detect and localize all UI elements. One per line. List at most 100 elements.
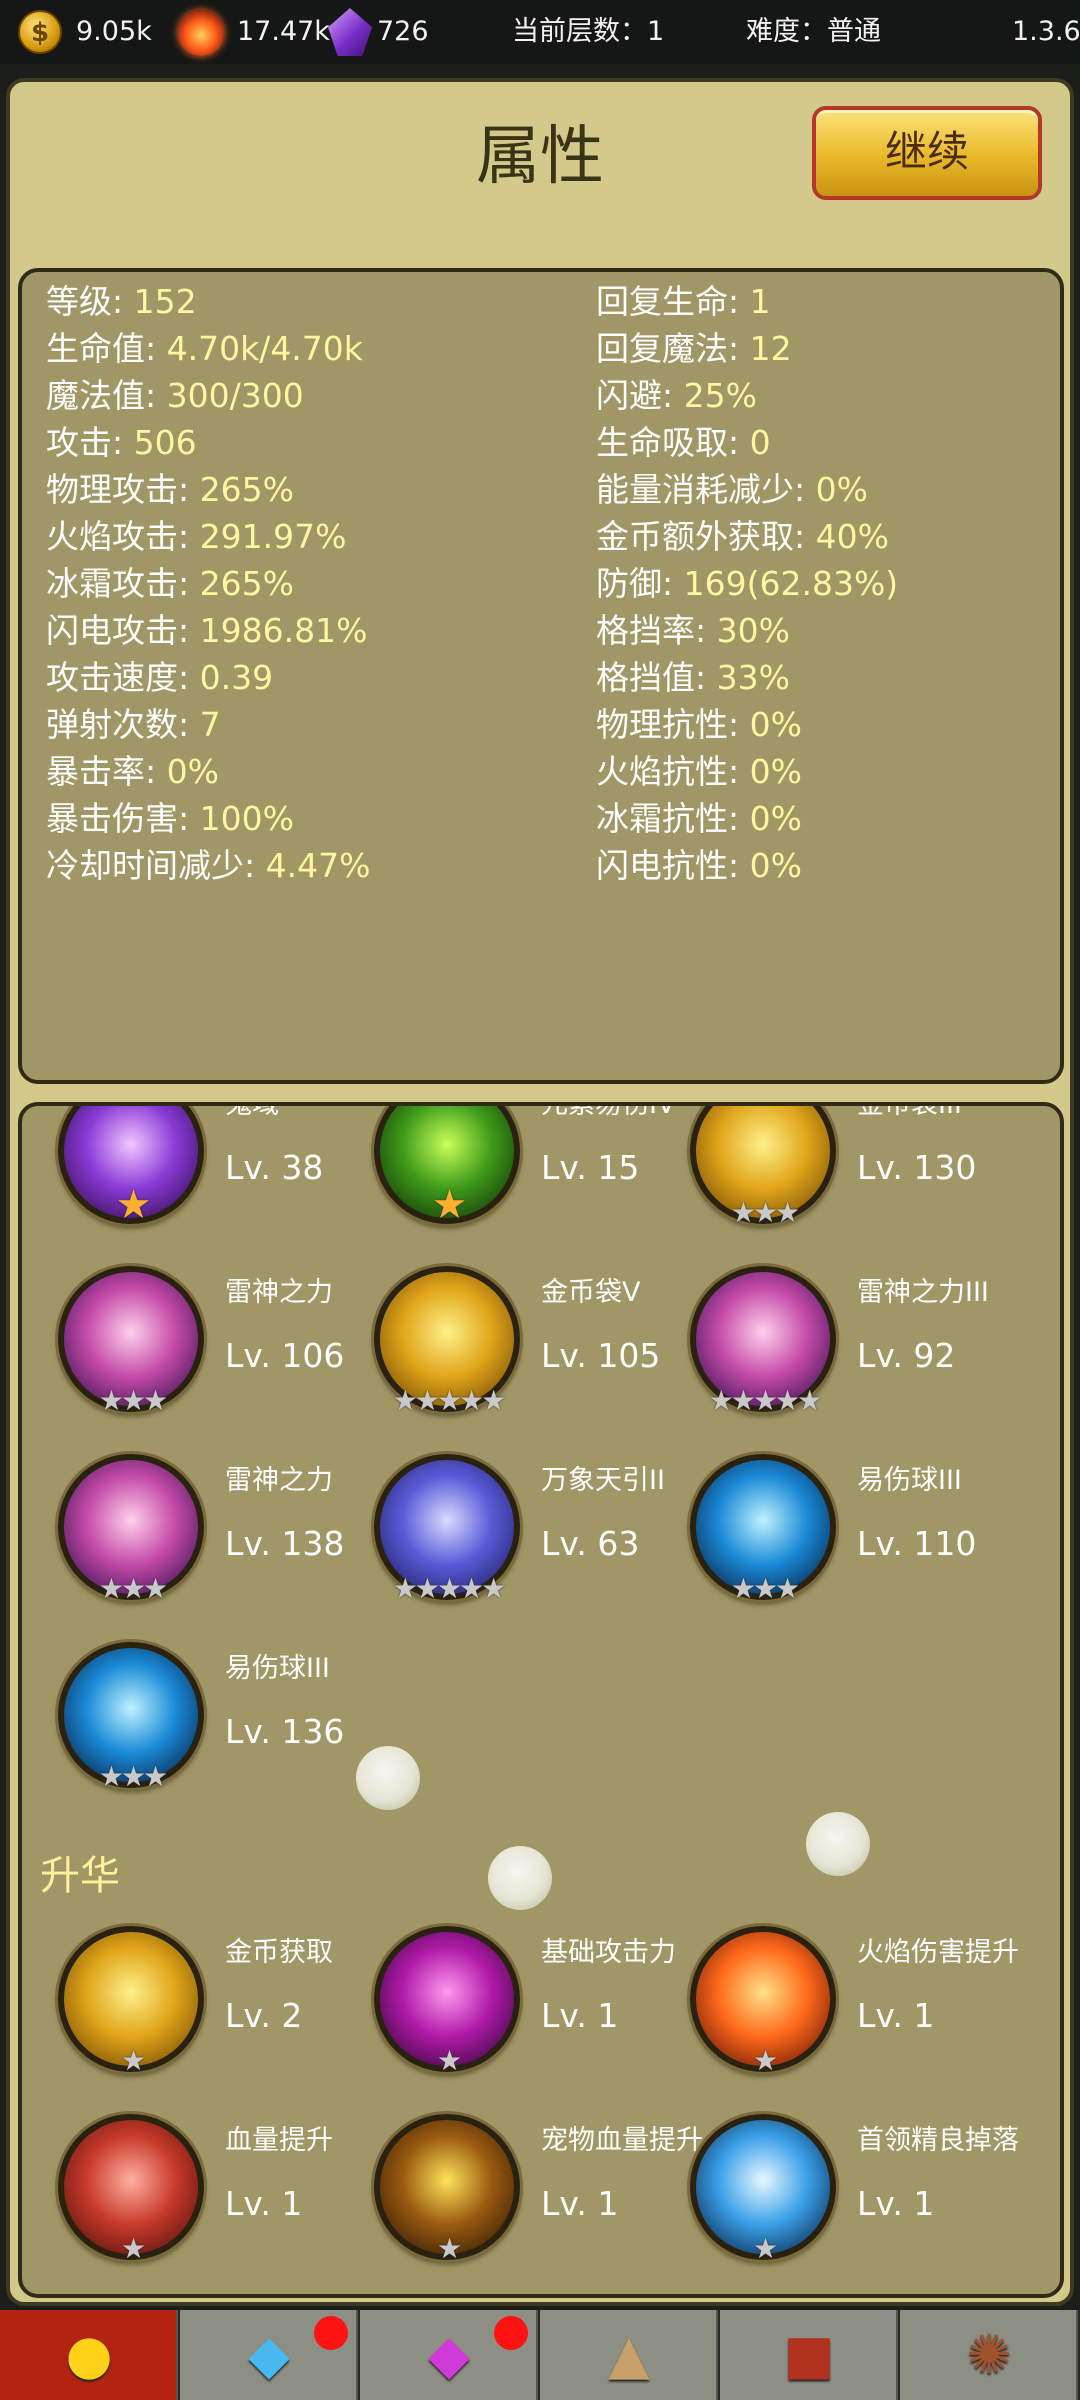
stat-value: 152 <box>133 282 197 321</box>
stat-row: 闪避: 25% <box>596 374 757 418</box>
stat-label: 暴击率: <box>46 752 167 791</box>
tab-attributes[interactable]: ● <box>0 2310 178 2400</box>
skill-item[interactable]: ★★★ 雷神之力 Lv. 106 <box>22 1266 344 1436</box>
stat-label: 物理抗性: <box>596 705 750 744</box>
skill-item[interactable]: ★★★ 易伤球III Lv. 110 <box>654 1454 976 1624</box>
skill-stars: ★★★★★ <box>392 1384 507 1417</box>
stat-row: 格挡值: 33% <box>596 656 790 700</box>
stat-row: 冰霜抗性: 0% <box>596 797 802 841</box>
skill-item[interactable]: ★★★ 雷神之力 Lv. 138 <box>22 1454 344 1624</box>
tab-book[interactable]: ■ <box>720 2310 898 2400</box>
notification-badge <box>314 2316 348 2350</box>
floating-bubble[interactable] <box>356 1746 420 1810</box>
stat-value: 33% <box>716 658 790 697</box>
continue-button[interactable]: 继续 <box>812 106 1042 200</box>
skill-stars: ★ <box>120 2044 146 2077</box>
skill-item[interactable]: ★★★ 易伤球III Lv. 136 <box>22 1642 344 1812</box>
stat-row: 闪电攻击: 1986.81% <box>46 609 367 653</box>
skill-item[interactable]: ★ 元素易伤IV Lv. 15 <box>338 1106 675 1248</box>
skill-item[interactable]: ★ 鬼域 Lv. 38 <box>22 1106 332 1248</box>
stat-row: 弹射次数: 7 <box>46 703 221 747</box>
stat-value: 265% <box>199 470 294 509</box>
stat-label: 格挡值: <box>596 658 717 697</box>
ascension-section-title: 升华 <box>40 1853 120 1899</box>
stat-row: 金币额外获取: 40% <box>596 515 889 559</box>
stat-row: 暴击伤害: 100% <box>46 797 294 841</box>
tab-gem[interactable]: ◆ <box>360 2310 538 2400</box>
skill-level: Lv. 38 <box>225 1148 324 1187</box>
difficulty-label: 难度：普通 <box>746 16 881 47</box>
stat-label: 能量消耗减少: <box>596 470 816 509</box>
skill-level: Lv. 1 <box>857 1996 935 2035</box>
anvil-icon: ▲ <box>608 2323 650 2386</box>
stat-row: 火焰抗性: 0% <box>596 750 802 794</box>
skill-level: Lv. 2 <box>225 1996 303 2035</box>
stat-value: 300/300 <box>166 376 304 415</box>
stat-value: 265% <box>199 564 294 603</box>
character-icon: ● <box>65 2323 113 2386</box>
stat-row: 魔法值: 300/300 <box>46 374 304 418</box>
spellbook-icon: ■ <box>783 2323 835 2386</box>
skill-stars: ★ <box>436 2044 462 2077</box>
skill-item[interactable]: ★ 血量提升 Lv. 1 <box>22 2114 333 2284</box>
coin-count: 9.05k <box>76 16 152 47</box>
tab-crystal[interactable]: ◆ <box>180 2310 358 2400</box>
tab-settings[interactable]: ✺ <box>900 2310 1078 2400</box>
top-status-bar: $ 9.05k 17.47k 726 当前层数：1 难度：普通 1.3.6 <box>0 0 1080 64</box>
skill-item[interactable]: ★ 首领精良掉落 Lv. 1 <box>654 2114 1019 2284</box>
skill-level: Lv. 1 <box>857 2184 935 2223</box>
skill-item[interactable]: ★ 火焰伤害提升 Lv. 1 <box>654 1926 1019 2096</box>
skill-item[interactable]: ★ 金币获取 Lv. 2 <box>22 1926 333 2096</box>
stat-row: 格挡率: 30% <box>596 609 790 653</box>
skill-item[interactable]: ★ 基础攻击力 Lv. 1 <box>338 1926 676 2096</box>
skill-item[interactable]: ★ 宠物血量提升 Lv. 1 <box>338 2114 703 2284</box>
skill-stars: ★★★ <box>98 1760 168 1793</box>
floating-bubble[interactable] <box>806 1812 870 1876</box>
gem-icon <box>328 8 372 56</box>
skill-item[interactable]: ★★★★★ 雷神之力III Lv. 92 <box>654 1266 989 1436</box>
tab-forge[interactable]: ▲ <box>540 2310 718 2400</box>
stat-row: 能量消耗减少: 0% <box>596 468 868 512</box>
skill-name: 易伤球III <box>225 1653 330 1684</box>
stat-value: 1986.81% <box>199 611 368 650</box>
skill-stars: ★★★★★ <box>392 1572 507 1605</box>
stat-label: 生命值: <box>46 329 167 368</box>
skill-level: Lv. 130 <box>857 1148 977 1187</box>
stat-row: 冷却时间减少: 4.47% <box>46 844 370 888</box>
skill-level: Lv. 106 <box>225 1336 345 1375</box>
floating-bubble[interactable] <box>488 1846 552 1910</box>
stat-label: 魔法值: <box>46 376 167 415</box>
version-label: 1.3.6 <box>1012 16 1080 47</box>
fire-count: 17.47k <box>237 16 330 47</box>
stat-value: 291.97% <box>199 517 347 556</box>
stat-label: 防御: <box>596 564 684 603</box>
stat-label: 攻击: <box>46 423 134 462</box>
coin-icon: $ <box>18 10 62 54</box>
skill-level: Lv. 1 <box>225 2184 303 2223</box>
stat-value: 0.39 <box>199 658 274 697</box>
skill-stars: ★★★★★ <box>708 1384 823 1417</box>
skill-name: 首领精良掉落 <box>857 2125 1019 2156</box>
skills-box[interactable]: 升华 ★ 鬼域 Lv. 38 ★ 元素易伤IV Lv. 15 ★★★ 金币袋III Lv. 13… <box>18 1102 1064 2298</box>
stat-value: 0 <box>749 423 771 462</box>
skill-level: Lv. 138 <box>225 1524 345 1563</box>
skill-stars: ★★★ <box>730 1196 800 1229</box>
stat-value: 0% <box>749 705 802 744</box>
stat-row: 等级: 152 <box>46 280 197 324</box>
stat-label: 闪电抗性: <box>596 846 750 885</box>
skill-name: 易伤球III <box>857 1465 962 1496</box>
skill-item[interactable]: ★★★★★ 金币袋V Lv. 105 <box>338 1266 660 1436</box>
skill-item[interactable]: ★★★ 金币袋III Lv. 130 <box>654 1106 976 1248</box>
stat-row: 生命吸取: 0 <box>596 421 771 465</box>
stat-row: 回复魔法: 12 <box>596 327 792 371</box>
skill-level: Lv. 63 <box>541 1524 640 1563</box>
stat-value: 4.70k/4.70k <box>166 329 363 368</box>
skill-name: 万象天引II <box>541 1465 665 1496</box>
stat-label: 格挡率: <box>596 611 717 650</box>
stat-label: 物理攻击: <box>46 470 200 509</box>
skill-item[interactable]: ★★★★★ 万象天引II Lv. 63 <box>338 1454 665 1624</box>
stat-row: 攻击: 506 <box>46 421 197 465</box>
skill-name: 金币袋V <box>541 1277 641 1308</box>
stat-value: 7 <box>199 705 221 744</box>
stat-label: 攻击速度: <box>46 658 200 697</box>
